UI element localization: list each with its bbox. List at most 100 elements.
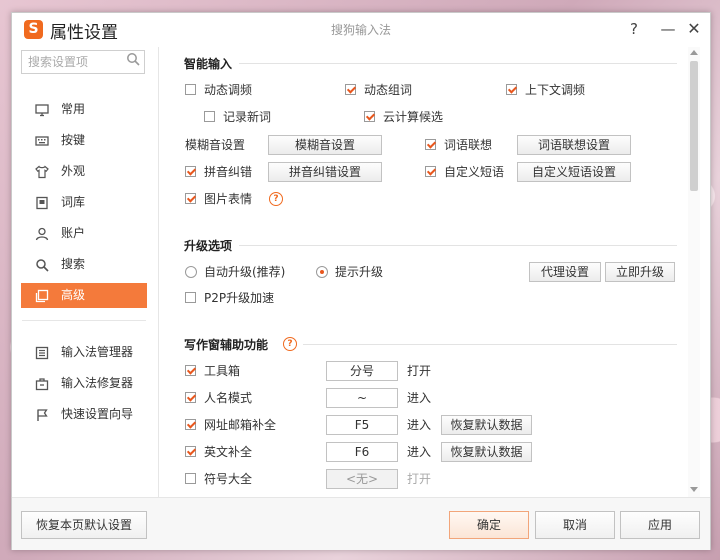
checkbox-box[interactable] [425,166,436,177]
sidebar-item-label: 外观 [61,164,86,178]
url-email-restore-defaults-button[interactable]: 恢复默认数据 [441,415,532,435]
checkbox-box[interactable] [425,139,436,150]
scroll-up-arrow-icon[interactable] [690,50,698,55]
ok-button[interactable]: 确定 [449,511,529,539]
monitor-icon [35,104,49,117]
english-completion-hotkey-field[interactable]: F6 [326,442,398,462]
checkbox-label: 英文补全 [204,445,253,459]
radio-button[interactable] [185,266,197,278]
writing-assist-help-icon[interactable]: ? [283,337,297,351]
checkbox-box[interactable] [204,111,215,122]
url-email-hotkey-field[interactable]: F5 [326,415,398,435]
dialog-footer: 恢复本页默认设置 确定 取消 应用 [12,497,710,550]
sidebar-item-keys[interactable]: 按键 [21,128,147,153]
sidebar-item-appearance[interactable]: 外观 [21,159,147,184]
checkbox-box[interactable] [185,193,196,204]
english-completion-action-label: 进入 [407,445,432,459]
english-completion-restore-defaults-button[interactable]: 恢复默认数据 [441,442,532,462]
image-emoji-help-icon[interactable]: ? [269,192,283,206]
title-bar[interactable]: S 属性设置 搜狗输入法 ? — ✕ [12,13,710,47]
advanced-icon [35,289,49,303]
user-icon [35,227,49,241]
sidebar-item-advanced[interactable]: 高级 [21,283,147,308]
search-icon[interactable] [126,52,140,66]
sidebar-item-label: 输入法管理器 [61,345,134,359]
checkbox-label: 图片表情 [204,192,253,206]
flag-icon [37,409,48,421]
pinyin-correction-settings-button[interactable]: 拼音纠错设置 [268,162,382,182]
section-divider [303,344,677,345]
name-mode-action-label: 进入 [407,391,432,405]
symbol-collection-action-label: 打开 [407,472,432,486]
minimize-button[interactable]: — [656,17,680,41]
app-name: 搜狗输入法 [330,23,391,37]
fuzzy-sound-label: 模糊音设置 [185,138,246,152]
word-association-settings-button[interactable]: 词语联想设置 [517,135,631,155]
fuzzy-sound-settings-button[interactable]: 模糊音设置 [268,135,382,155]
checkbox-label: 网址邮箱补全 [204,418,277,432]
sidebar-item-label: 常用 [61,102,86,116]
checkbox-label: 符号大全 [204,472,253,486]
checkbox-label: 动态调频 [204,83,253,97]
scroll-down-arrow-icon[interactable] [690,487,698,492]
sidebar-item-label: 输入法修复器 [61,376,134,390]
sidebar-item-search[interactable]: 搜索 [21,252,147,277]
checkbox-label: 动态组词 [364,83,413,97]
search-icon [36,259,49,272]
sidebar-item-label: 快速设置向导 [61,407,134,421]
section-title-upgrade: 升级选项 [184,239,233,253]
section-title-writing-assist: 写作窗辅助功能 [184,338,269,352]
checkbox-box[interactable] [185,446,196,457]
section-title-smart-input: 智能输入 [184,57,233,71]
sidebar-item-label: 搜索 [61,257,86,271]
symbol-collection-hotkey-field: <无> [326,469,398,489]
sidebar-tool-ime-repair[interactable]: 输入法修复器 [21,371,147,396]
url-email-action-label: 进入 [407,418,432,432]
close-button[interactable]: ✕ [682,17,706,41]
scrollbar-thumb[interactable] [690,61,698,191]
checkbox-label: 工具箱 [204,364,241,378]
checkbox-box[interactable] [185,419,196,430]
checkbox-box[interactable] [185,292,196,303]
sidebar-item-common[interactable]: 常用 [21,97,147,122]
help-button[interactable]: ? [622,17,646,41]
checkbox-box[interactable] [506,84,517,95]
checkbox-box[interactable] [345,84,356,95]
checkbox-box[interactable] [185,392,196,403]
radio-button[interactable] [316,266,328,278]
section-divider [239,63,677,64]
checkbox-label: 人名模式 [204,391,253,405]
checkbox-box[interactable] [185,473,196,484]
sidebar-item-label: 按键 [61,133,86,147]
checkbox-label: 拼音纠错 [204,165,253,179]
checkbox-label: 自定义短语 [444,165,505,179]
manager-icon [35,346,49,360]
checkbox-label: 上下文调频 [525,83,586,97]
name-mode-hotkey-field[interactable]: ~ [326,388,398,408]
sidebar-tool-quick-setup[interactable]: 快速设置向导 [21,402,147,427]
toolbox-hotkey-field[interactable]: 分号 [326,361,398,381]
custom-phrase-settings-button[interactable]: 自定义短语设置 [517,162,631,182]
checkbox-box[interactable] [364,111,375,122]
upgrade-now-button[interactable]: 立即升级 [605,262,675,282]
sidebar-item-label: 词库 [61,195,86,209]
settings-content: 智能输入 动态调频 动态组词 上下文调频 记录新词 云计算候选 模糊音设置 模糊… [159,47,689,497]
cancel-button[interactable]: 取消 [535,511,615,539]
restore-page-defaults-button[interactable]: 恢复本页默认设置 [21,511,147,539]
sidebar-item-label: 账户 [61,226,86,240]
checkbox-label: 记录新词 [223,110,272,124]
sidebar-item-account[interactable]: 账户 [21,221,147,246]
checkbox-box[interactable] [185,166,196,177]
vertical-scrollbar[interactable] [688,47,700,497]
proxy-settings-button[interactable]: 代理设置 [529,262,601,282]
apply-button[interactable]: 应用 [620,511,700,539]
sidebar-item-dictionary[interactable]: 词库 [21,190,147,215]
shirt-icon [35,165,49,179]
sidebar-tool-ime-manager[interactable]: 输入法管理器 [21,340,147,365]
sidebar: 常用 按键 外观 词库 账户 搜索 高级 输入法管理器 [12,47,159,497]
book-icon [36,196,48,210]
keyboard-icon [35,136,49,146]
checkbox-box[interactable] [185,84,196,95]
toolbox-action-label: 打开 [407,364,432,378]
checkbox-box[interactable] [185,365,196,376]
